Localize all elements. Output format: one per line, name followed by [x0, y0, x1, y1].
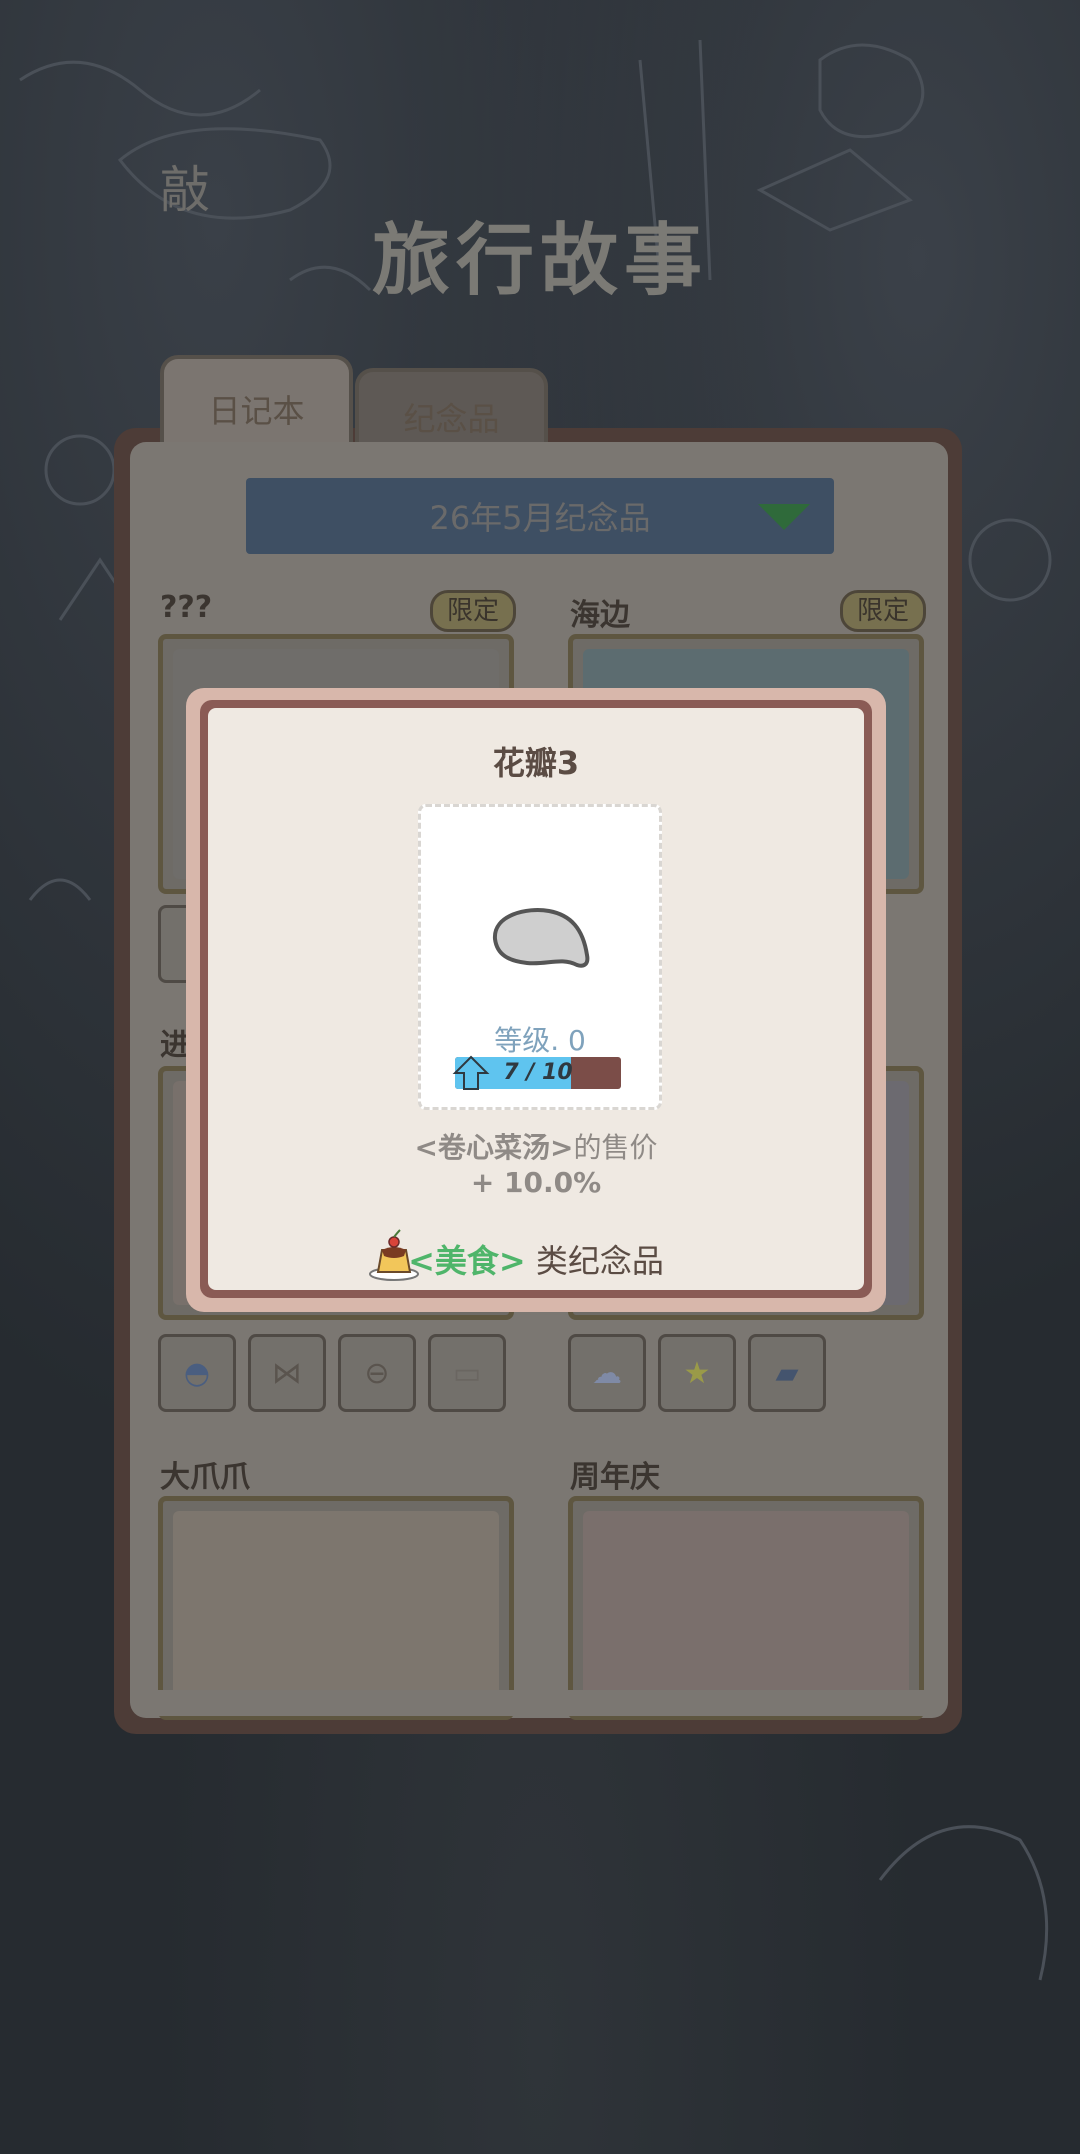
pillow-icon: ▭	[452, 1355, 482, 1391]
souvenir-slot[interactable]: ★	[658, 1334, 736, 1412]
month-dropdown[interactable]: 26年5月纪念品	[246, 478, 834, 554]
panel-bottom-edge	[130, 1690, 948, 1716]
eye-mask-icon: ⊖	[364, 1355, 390, 1391]
limited-badge: 限定	[430, 590, 517, 632]
souvenir-slot[interactable]: ▭	[428, 1334, 506, 1412]
souvenir-detail-dialog: 花瓣3 等级. 0 7 / 10 <卷心菜汤>的售价 + 10.0% <美食> …	[208, 708, 864, 1290]
category-suffix: 类纪念品	[525, 1242, 664, 1280]
card-title: 海边	[570, 598, 630, 633]
month-dropdown-value: 26年5月纪念品	[429, 499, 651, 537]
souvenir-slot[interactable]: ⊖	[338, 1334, 416, 1412]
tab-diary-label: 日记本	[208, 392, 305, 430]
tab-souvenirs-label: 纪念品	[403, 400, 500, 438]
star-icon: ★	[683, 1355, 711, 1391]
category-line: <美食> 类纪念品	[208, 1236, 864, 1282]
effect-suffix: 的售价	[573, 1131, 658, 1164]
dropdown-arrow-icon	[758, 504, 810, 530]
item-preview: 等级. 0 7 / 10	[418, 804, 662, 1110]
blanket-icon: ▰	[775, 1355, 799, 1391]
card-title: 大爪爪	[160, 1460, 250, 1495]
effect-bonus: + 10.0%	[470, 1166, 602, 1199]
petal-icon	[492, 908, 590, 968]
card-title: 周年庆	[570, 1460, 660, 1495]
diary-card[interactable]	[158, 1496, 514, 1720]
souvenir-slot[interactable]: ▰	[748, 1334, 826, 1412]
diary-card[interactable]	[568, 1496, 924, 1720]
item-name: 花瓣3	[492, 744, 580, 782]
card-title: ???	[160, 590, 213, 625]
limited-badge: 限定	[840, 590, 927, 632]
card-image	[173, 1511, 499, 1715]
affected-item: <卷心菜汤>	[414, 1131, 574, 1164]
souvenir-slot[interactable]: ⋈	[248, 1334, 326, 1412]
nightcap-icon: ◓	[183, 1355, 211, 1391]
souvenir-slot[interactable]: ◓	[158, 1334, 236, 1412]
effect-line: <卷心菜汤>的售价	[208, 1126, 864, 1166]
souvenir-slot[interactable]: ☁	[568, 1334, 646, 1412]
card-image	[583, 1511, 909, 1715]
level-up-arrow-icon	[452, 1055, 490, 1090]
page-title: 旅行故事	[371, 216, 708, 306]
cloud-icon: ☁	[592, 1355, 622, 1391]
bow-icon: ⋈	[272, 1355, 302, 1391]
category-tag: <美食>	[408, 1242, 526, 1280]
